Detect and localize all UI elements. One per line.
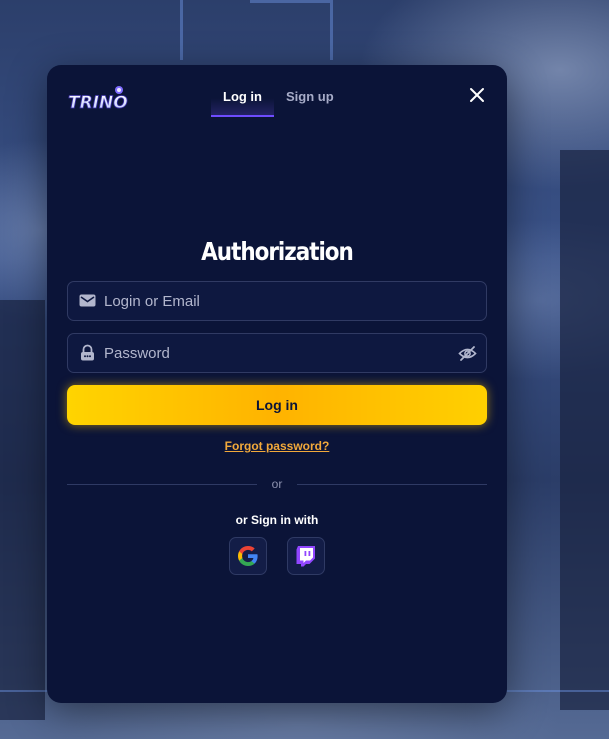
logo-text: TRINO bbox=[68, 93, 128, 113]
tab-sign-up[interactable]: Sign up bbox=[274, 87, 346, 115]
trino-logo: TRINO bbox=[67, 83, 137, 117]
google-icon bbox=[238, 546, 258, 566]
lock-icon bbox=[79, 344, 96, 361]
eye-off-icon[interactable] bbox=[458, 344, 477, 363]
page-title: Authorization bbox=[201, 237, 354, 266]
login-email-input[interactable] bbox=[104, 282, 444, 320]
password-field bbox=[67, 333, 487, 373]
forgot-password-link[interactable]: Forgot password? bbox=[47, 439, 507, 453]
auth-tabs: Log in Sign up bbox=[211, 87, 346, 117]
tab-log-in[interactable]: Log in bbox=[211, 87, 274, 117]
login-field bbox=[67, 281, 487, 321]
twitch-signin-button[interactable] bbox=[287, 537, 325, 575]
background-light bbox=[330, 0, 333, 60]
password-input[interactable] bbox=[104, 334, 444, 372]
mail-icon bbox=[79, 292, 96, 309]
background-tower bbox=[560, 150, 609, 710]
background-tower bbox=[0, 300, 45, 720]
background-light bbox=[180, 0, 183, 60]
background-light bbox=[250, 0, 330, 3]
twitch-icon bbox=[296, 546, 315, 567]
social-signin-title: or Sign in with bbox=[235, 513, 319, 527]
close-icon[interactable] bbox=[467, 85, 487, 105]
divider-or: or bbox=[257, 477, 297, 491]
log-in-button[interactable]: Log in bbox=[67, 385, 487, 425]
google-signin-button[interactable] bbox=[229, 537, 267, 575]
auth-modal: TRINO Log in Sign up Authorization Login… bbox=[47, 65, 507, 703]
